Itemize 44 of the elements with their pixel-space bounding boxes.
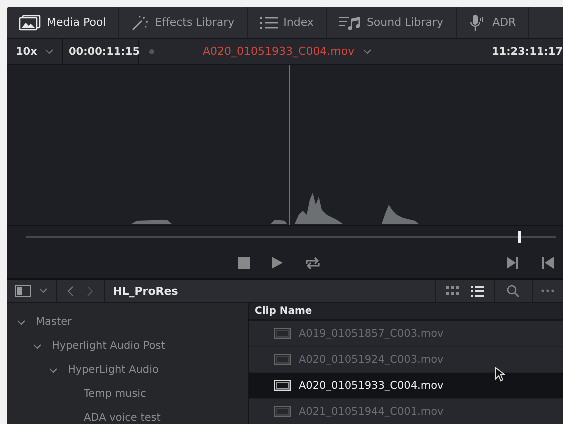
chevron-down-icon (362, 48, 372, 54)
bin-tree-item[interactable]: ADA voice test (7, 406, 248, 424)
clip-row[interactable]: A021_01051944_C001.mov (249, 399, 563, 424)
scrubber-handle[interactable] (518, 231, 521, 243)
skip-back-icon[interactable] (542, 257, 554, 269)
clip-dropdown[interactable]: A020_01051933_C004.mov (203, 45, 372, 58)
zoom-dropdown[interactable]: 10x (7, 39, 63, 64)
bin-name: HL_ProRes (112, 284, 180, 298)
bin-tree-item[interactable]: Hyperlight Audio Post (7, 334, 248, 358)
clip-icon (274, 354, 291, 365)
toolbar-tab[interactable]: Media Pool (7, 7, 120, 38)
clip-icon (274, 406, 291, 417)
list-view-icon[interactable] (471, 286, 484, 296)
skip-forward-icon[interactable] (507, 257, 519, 269)
magic-wand-icon (131, 14, 150, 30)
grid-view-icon[interactable] (446, 286, 459, 296)
list-icon (260, 16, 278, 30)
loop-icon[interactable] (304, 256, 320, 270)
clip-row[interactable]: A020_01051933_C004.mov (249, 373, 563, 399)
more-icon[interactable] (541, 289, 555, 293)
bin-tree-item[interactable]: Temp music (7, 382, 248, 406)
toolbar-tab[interactable]: ADR (456, 7, 530, 38)
bin-tree-item[interactable]: HyperLight Audio (7, 358, 248, 382)
music-list-icon (338, 16, 361, 30)
image-icon (19, 14, 41, 30)
chevron-down-icon (45, 48, 54, 54)
dot-icon (149, 48, 155, 54)
toolbar-tab[interactable]: Index (248, 7, 327, 38)
mouse-pointer-icon (495, 367, 505, 382)
chevron-down-icon (39, 288, 48, 294)
stop-icon[interactable] (238, 257, 250, 269)
clip-icon (274, 380, 291, 391)
timecode: 00:00:11:15 (63, 39, 139, 64)
bin-tree-item[interactable]: Master (7, 310, 248, 334)
sidebar-panel-icon (15, 285, 31, 297)
back-icon[interactable] (67, 286, 74, 296)
search-icon[interactable] (507, 284, 520, 298)
clip-icon (274, 328, 291, 339)
toolbar-tab[interactable]: Sound Library (326, 7, 457, 38)
toolbar-tab[interactable]: Effects Library (119, 7, 248, 38)
clip-row[interactable]: A020_01051924_C003.mov (249, 347, 563, 373)
source-timecode: 11:23:11:17 (492, 46, 563, 58)
clip-row[interactable]: A019_01051857_C003.mov (249, 321, 563, 347)
play-icon[interactable] (272, 257, 282, 269)
